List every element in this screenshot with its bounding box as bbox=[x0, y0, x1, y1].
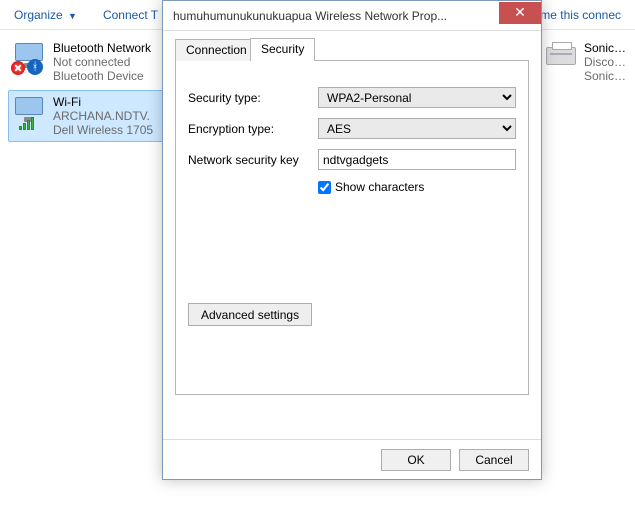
tab-connection[interactable]: Connection bbox=[175, 39, 258, 61]
network-item-title: Wi-Fi bbox=[53, 95, 153, 109]
encryption-type-select[interactable]: AES bbox=[318, 118, 516, 139]
bluetooth-adapter-icon: ᚼ bbox=[13, 41, 47, 75]
network-item-title: SonicWALL I bbox=[584, 41, 630, 55]
wifi-signal-icon bbox=[19, 117, 34, 130]
toolbar-organize[interactable]: Organize ▼ bbox=[8, 6, 83, 24]
dialog-button-row: OK Cancel bbox=[163, 439, 541, 479]
network-item-status: ARCHANA.NDTV. bbox=[53, 109, 153, 123]
network-item-device: SonicWALL I bbox=[584, 69, 630, 83]
network-key-label: Network security key bbox=[188, 153, 318, 167]
network-item-status: Disconnecte bbox=[584, 55, 630, 69]
toolbar-connect-to[interactable]: Connect T bbox=[97, 6, 164, 24]
bluetooth-icon: ᚼ bbox=[27, 59, 43, 75]
security-type-label: Security type: bbox=[188, 91, 318, 105]
dialog-tabs: Connection Security bbox=[175, 39, 529, 61]
network-item-wifi[interactable]: Wi-Fi ARCHANA.NDTV. Dell Wireless 1705 bbox=[8, 90, 168, 142]
cancel-button[interactable]: Cancel bbox=[459, 449, 529, 471]
error-badge-icon bbox=[11, 61, 25, 75]
toolbar-organize-label: Organize bbox=[14, 8, 63, 22]
dialog-titlebar: humuhumunukunukuapua Wireless Network Pr… bbox=[163, 1, 541, 31]
network-item-sonicwall[interactable]: SonicWALL I Disconnecte SonicWALL I bbox=[539, 36, 635, 88]
wifi-adapter-icon bbox=[13, 95, 47, 129]
network-item-bluetooth[interactable]: ᚼ Bluetooth Network Not connected Blueto… bbox=[8, 36, 168, 88]
advanced-settings-button[interactable]: Advanced settings bbox=[188, 303, 312, 326]
chevron-down-icon: ▼ bbox=[68, 11, 77, 21]
wireless-properties-dialog: humuhumunukunukuapua Wireless Network Pr… bbox=[162, 0, 542, 480]
tab-security[interactable]: Security bbox=[250, 38, 315, 61]
show-characters-checkbox[interactable] bbox=[318, 181, 331, 194]
tab-panel-security: Security type: WPA2-Personal Encryption … bbox=[175, 60, 529, 395]
show-characters-label: Show characters bbox=[335, 180, 424, 194]
network-key-input[interactable] bbox=[318, 149, 516, 170]
vpn-adapter-icon bbox=[544, 41, 578, 75]
network-item-device: Bluetooth Device bbox=[53, 69, 151, 83]
close-button[interactable]: ✕ bbox=[499, 2, 541, 24]
network-item-status: Not connected bbox=[53, 55, 151, 69]
encryption-type-label: Encryption type: bbox=[188, 122, 318, 136]
network-item-title: Bluetooth Network bbox=[53, 41, 151, 55]
ok-button[interactable]: OK bbox=[381, 449, 451, 471]
security-type-select[interactable]: WPA2-Personal bbox=[318, 87, 516, 108]
close-icon: ✕ bbox=[514, 4, 526, 21]
dialog-title: humuhumunukunukuapua Wireless Network Pr… bbox=[173, 9, 451, 23]
network-item-device: Dell Wireless 1705 bbox=[53, 123, 153, 137]
